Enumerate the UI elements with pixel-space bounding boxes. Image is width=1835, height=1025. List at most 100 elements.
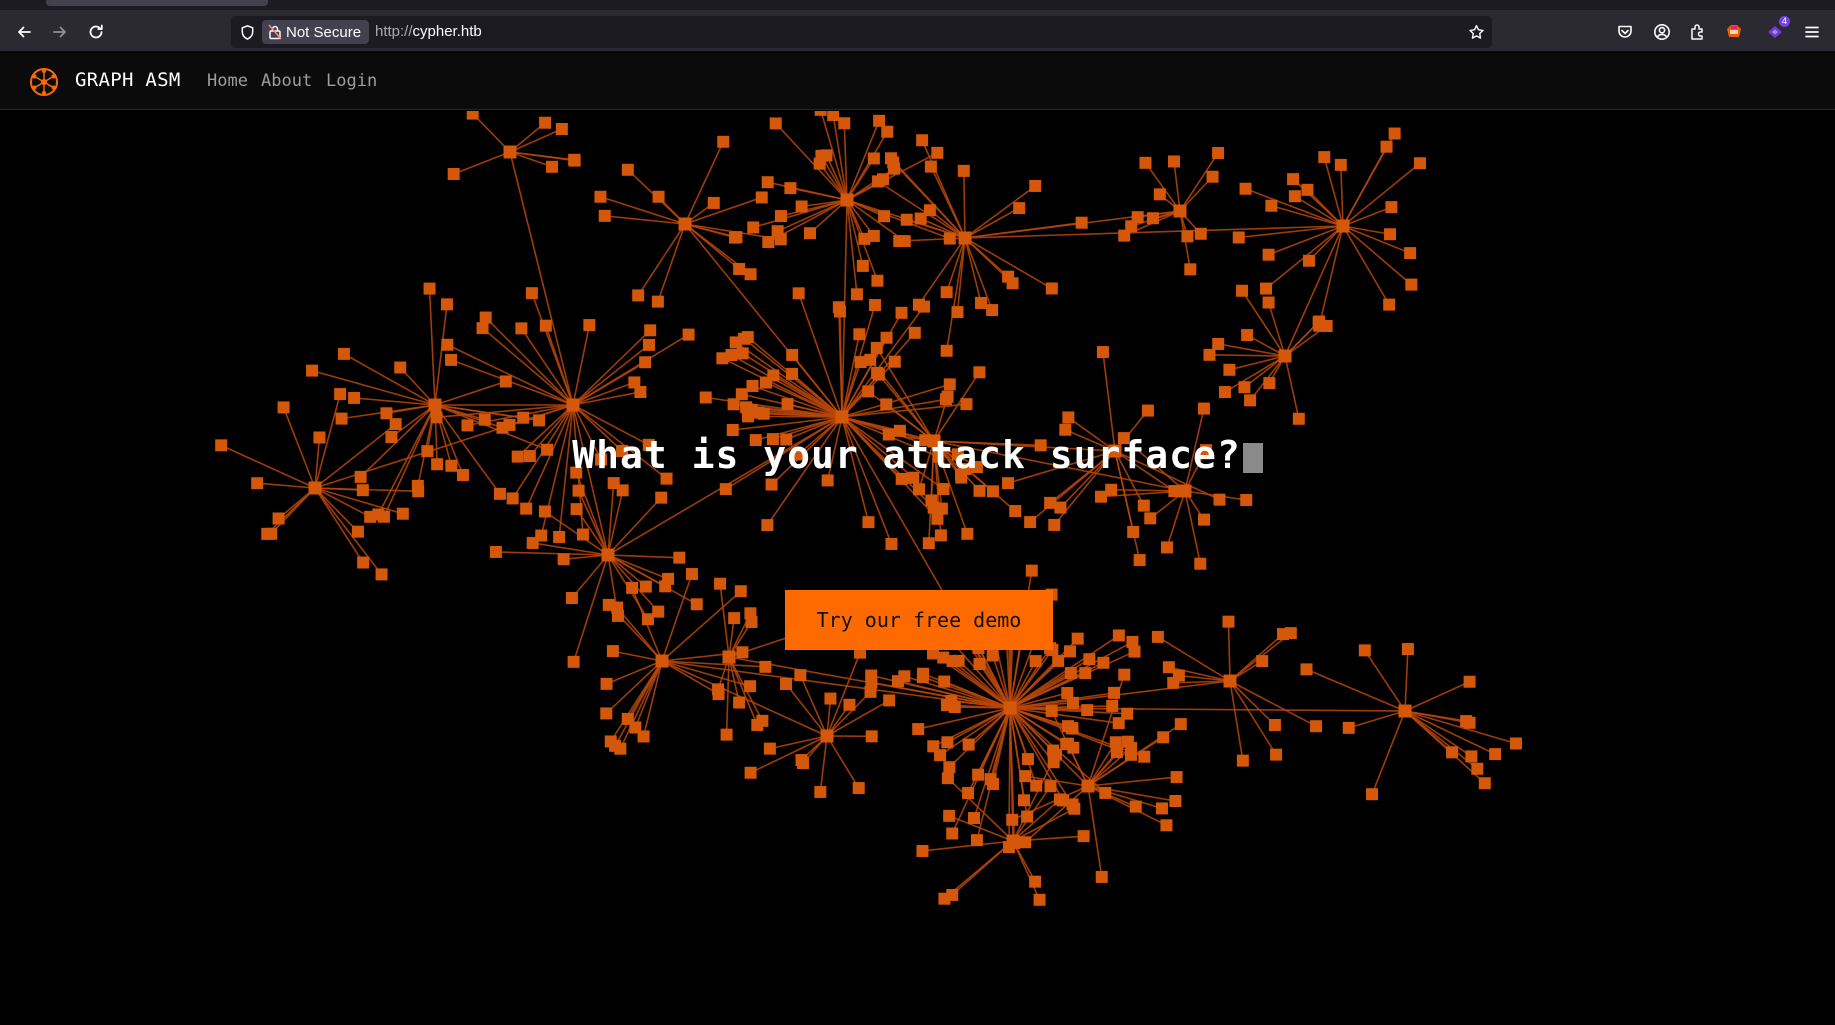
back-button[interactable] <box>9 18 39 46</box>
graph-node <box>885 537 898 550</box>
graph-node <box>251 477 264 490</box>
graph-node <box>1212 337 1225 350</box>
graph-node <box>1194 227 1207 240</box>
graph-edge <box>607 497 662 556</box>
graph-node <box>611 601 624 614</box>
graph-node <box>1446 746 1459 759</box>
graph-node <box>941 772 954 785</box>
graph-node <box>717 135 730 148</box>
graph-node <box>685 568 698 581</box>
graph-node <box>868 299 881 312</box>
graph-node <box>934 529 947 542</box>
graph-node <box>734 585 747 598</box>
graph-edge <box>918 707 1011 730</box>
graph-edge <box>684 141 724 225</box>
graph-edge <box>1404 648 1409 712</box>
graph-node <box>1013 202 1026 215</box>
graph-hub-node <box>678 217 692 231</box>
extension-foxyproxy-button[interactable] <box>1722 20 1746 44</box>
graph-node <box>1045 282 1058 295</box>
graph-logo-icon[interactable] <box>28 66 60 98</box>
extension-wappalyzer-button[interactable]: 4 <box>1763 16 1790 44</box>
graph-node <box>1240 493 1253 506</box>
graph-node <box>1099 786 1112 799</box>
graph-node <box>1106 699 1119 712</box>
graph-node <box>853 328 866 341</box>
graph-hub-node <box>1223 674 1237 688</box>
extensions-icon <box>1691 24 1703 40</box>
graph-node <box>972 768 985 781</box>
graph-node <box>1064 667 1077 680</box>
account-button[interactable] <box>1650 20 1674 44</box>
graph-edge <box>563 554 609 561</box>
tab-strip <box>0 0 1835 12</box>
graph-node <box>931 146 944 159</box>
graph-node <box>736 646 749 659</box>
graph-node <box>1478 777 1491 790</box>
graph-node <box>641 613 654 626</box>
forward-button[interactable] <box>45 18 75 46</box>
graph-edge <box>485 316 574 406</box>
graph-node <box>733 262 746 275</box>
graph-node <box>517 411 530 424</box>
graph-hub-node <box>1173 204 1187 218</box>
graph-node <box>557 553 570 566</box>
brand-name[interactable]: GRAPH ASM <box>75 69 181 91</box>
graph-node <box>1218 386 1231 399</box>
graph-node <box>489 545 502 558</box>
graph-node <box>878 210 891 223</box>
graph-edge <box>1284 355 1300 419</box>
bookmark-button[interactable] <box>1466 22 1486 42</box>
graph-node <box>1172 669 1185 682</box>
graph-node <box>761 176 774 189</box>
menu-button[interactable] <box>1800 20 1824 44</box>
tracking-protection-button[interactable] <box>237 22 257 42</box>
graph-node <box>912 723 925 736</box>
nav-home-link[interactable]: Home <box>207 71 248 91</box>
graph-node <box>1170 771 1183 784</box>
graph-node <box>1223 363 1236 376</box>
reload-button[interactable] <box>81 18 111 46</box>
graph-node <box>1471 762 1484 775</box>
graph-node <box>865 730 878 743</box>
graph-edge <box>1087 776 1177 787</box>
url-bar[interactable]: Not Secure http://cypher.htb <box>231 16 1492 48</box>
graph-node <box>1463 675 1476 688</box>
extensions-button[interactable] <box>1686 20 1710 44</box>
graph-edge <box>1087 785 1137 808</box>
site-security-indicator[interactable]: Not Secure <box>262 20 370 44</box>
url-text[interactable]: http://cypher.htb <box>375 23 482 40</box>
graph-node <box>642 338 655 351</box>
graph-node <box>803 227 816 240</box>
graph-edge <box>627 660 663 720</box>
graph-edge <box>1306 668 1406 712</box>
graph-node <box>1342 721 1355 734</box>
graph-edge <box>1166 490 1186 548</box>
graph-hub-node <box>958 231 972 245</box>
graph-node <box>746 379 759 392</box>
graph-node <box>389 418 402 431</box>
pocket-button[interactable] <box>1613 20 1637 44</box>
graph-node <box>600 677 613 690</box>
graph-node <box>1021 810 1034 823</box>
graph-node <box>1063 645 1076 658</box>
graph-node <box>744 607 757 620</box>
graph-node <box>1405 278 1418 291</box>
graph-node <box>659 580 672 593</box>
graph-edge <box>607 554 666 588</box>
graph-node <box>1121 735 1134 748</box>
graph-node <box>774 210 787 223</box>
nav-about-link[interactable]: About <box>261 71 312 91</box>
graph-node <box>1256 655 1269 668</box>
graph-node <box>774 233 787 246</box>
try-demo-button[interactable]: Try our free demo <box>785 590 1053 650</box>
graph-node <box>335 412 348 425</box>
graph-node <box>306 364 319 377</box>
active-tab[interactable] <box>46 0 268 6</box>
graph-edge <box>1342 225 1412 286</box>
graph-node <box>1239 182 1252 195</box>
graph-node <box>733 696 746 709</box>
graph-node <box>1489 748 1502 761</box>
graph-node <box>478 413 491 426</box>
nav-login-link[interactable]: Login <box>326 71 377 91</box>
